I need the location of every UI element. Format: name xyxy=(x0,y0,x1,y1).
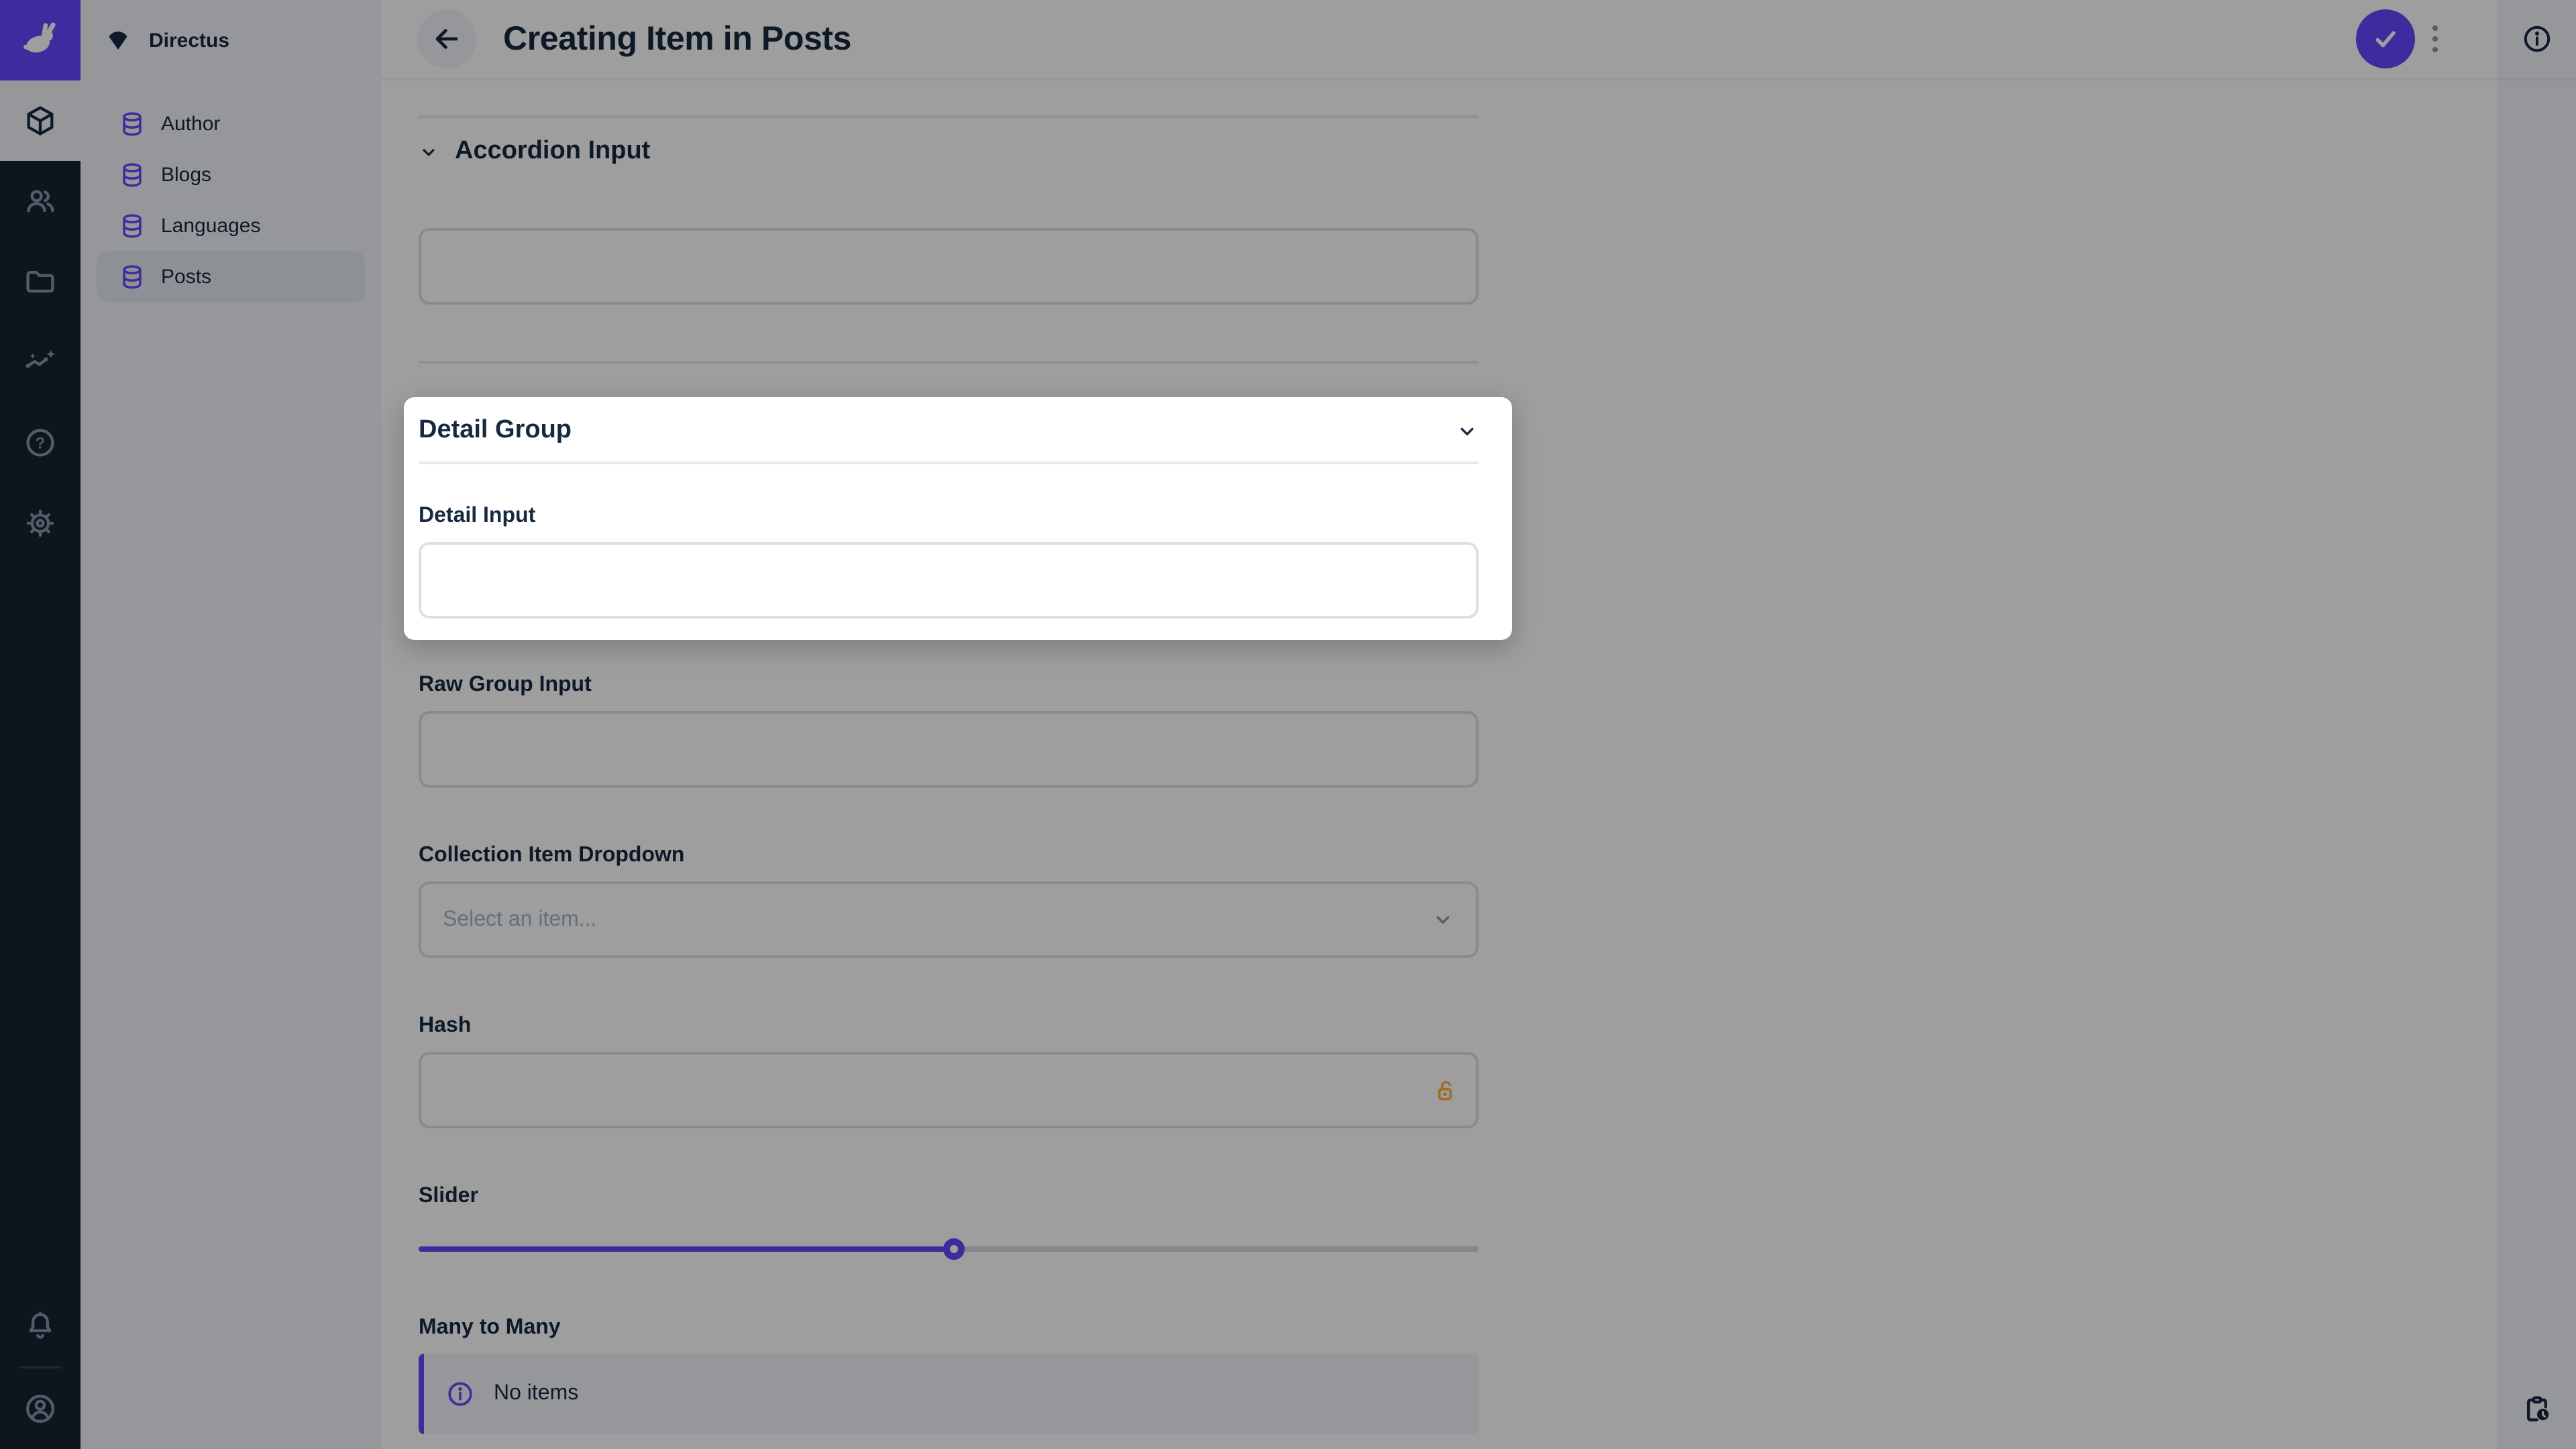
detail-group-header[interactable]: Detail Group xyxy=(419,416,1479,445)
app-root: ? Directus Author Blogs Languages Posts … xyxy=(0,0,2576,1449)
chevron-down-icon[interactable] xyxy=(1456,419,1479,442)
dim-overlay xyxy=(0,0,2576,1449)
detail-group-title: Detail Group xyxy=(419,416,572,444)
detail-group-panel: Detail Group Detail Input xyxy=(404,397,1512,640)
detail-input-field[interactable] xyxy=(419,542,1479,619)
detail-input-field-group: Detail Input xyxy=(419,504,1479,619)
detail-input-label: Detail Input xyxy=(419,504,536,527)
detail-group-divider xyxy=(419,462,1479,464)
